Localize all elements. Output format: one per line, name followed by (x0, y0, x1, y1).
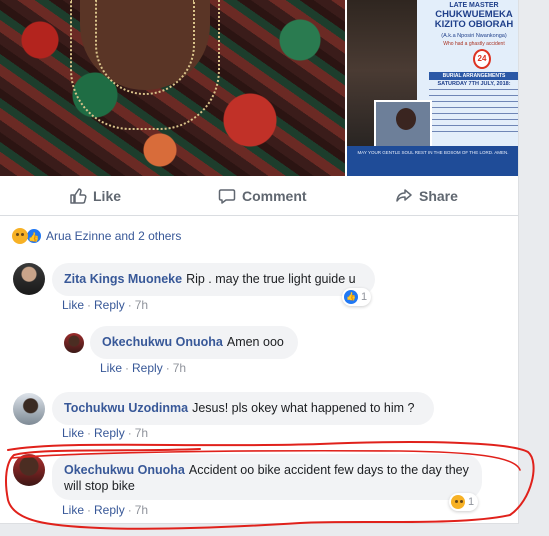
avatar[interactable] (64, 333, 84, 353)
comment-like-link[interactable]: Like (100, 361, 122, 375)
comment-text: Jesus! pls okey what happened to him ? (192, 401, 415, 415)
poster-inset-photo (374, 100, 432, 148)
poster-date: SATURDAY 7TH JULY, 2018: (437, 81, 511, 87)
sad-reaction-icon (12, 228, 28, 244)
like-label: Like (93, 188, 122, 204)
avatar[interactable] (13, 454, 45, 486)
comment-author[interactable]: Okechukwu Onuoha (64, 463, 185, 477)
poster-banner: BURIAL ARRANGEMENTS (429, 72, 518, 80)
comment-time[interactable]: 7h (135, 298, 148, 312)
comment-reply-link[interactable]: Reply (94, 426, 125, 440)
avatar[interactable] (13, 263, 45, 295)
comment-reaction-count[interactable]: 👍 1 (342, 288, 372, 306)
comment-actions: Like · Reply · 7h (100, 361, 187, 375)
comment-text: Amen ooo (226, 335, 284, 349)
share-button[interactable]: Share (395, 186, 458, 206)
reply-bubble: Okechukwu Onuoha Amen ooo (90, 326, 298, 359)
sad-reaction-icon (451, 495, 465, 509)
comment-author[interactable]: Zita Kings Muoneke (64, 272, 182, 286)
like-reaction-icon: 👍 (26, 228, 42, 244)
reactions-summary[interactable]: 👍 Arua Ezinne and 2 others (12, 228, 181, 244)
comment-text: Rip . may the true light guide u (186, 272, 356, 286)
poster-details (429, 89, 518, 137)
poster-aka: (A.k.a Nposiri Nwankonga) (441, 33, 507, 39)
comment-actions: Like · Reply · 7h (62, 298, 149, 312)
comment-reply-link[interactable]: Reply (132, 361, 163, 375)
poster-title-name: CHUKWUEMEKA KIZITO OBIORAH (434, 9, 514, 30)
reaction-count: 1 (361, 291, 368, 303)
comment-like-link[interactable]: Like (62, 298, 84, 312)
poster-accident: Who had a ghastly accident (443, 41, 505, 47)
share-icon (396, 189, 412, 202)
post-photo-left[interactable] (0, 0, 345, 176)
thumbs-up-icon (70, 188, 87, 204)
comment-actions: Like · Reply · 7h (62, 503, 149, 517)
comment-bubble: Okechukwu Onuoha Accident oo bike acciden… (52, 454, 482, 500)
poster-title-small: LATE MASTER (449, 2, 499, 9)
poster-date-badge: 24 (473, 49, 491, 69)
comment-bubble: Tochukwu Uzodinma Jesus! pls okey what ha… (52, 392, 434, 425)
comment-like-link[interactable]: Like (62, 426, 84, 440)
comment-icon (218, 189, 236, 204)
avatar[interactable] (13, 393, 45, 425)
comment-reply-link[interactable]: Reply (94, 503, 125, 517)
comment-time[interactable]: 7h (135, 426, 148, 440)
comment-reaction-count[interactable]: 1 (449, 493, 479, 511)
like-reaction-icon: 👍 (344, 290, 358, 304)
comment-like-link[interactable]: Like (62, 503, 84, 517)
comment-actions: Like · Reply · 7h (62, 426, 149, 440)
post-photo-poster[interactable]: LATE MASTER CHUKWUEMEKA KIZITO OBIORAH (… (347, 0, 518, 176)
poster-footer: MAY YOUR GENTLE SOUL REST IN THE BOSOM O… (347, 146, 518, 176)
share-label: Share (419, 188, 458, 204)
comment-label: Comment (242, 188, 307, 204)
reactions-text: Arua Ezinne and 2 others (46, 229, 182, 243)
like-button[interactable]: Like (69, 186, 121, 206)
comment-bubble: Zita Kings Muoneke Rip . may the true lig… (52, 263, 375, 296)
comment-author[interactable]: Tochukwu Uzodinma (64, 401, 188, 415)
facebook-post: LATE MASTER CHUKWUEMEKA KIZITO OBIORAH (… (0, 0, 519, 524)
comment-author[interactable]: Okechukwu Onuoha (102, 335, 223, 349)
comment-button[interactable]: Comment (218, 186, 307, 206)
post-action-bar: Like Comment Share (0, 176, 518, 216)
reaction-count: 1 (468, 496, 475, 508)
comment-time[interactable]: 7h (135, 503, 148, 517)
comment-time[interactable]: 7h (173, 361, 186, 375)
comment-reply-link[interactable]: Reply (94, 298, 125, 312)
